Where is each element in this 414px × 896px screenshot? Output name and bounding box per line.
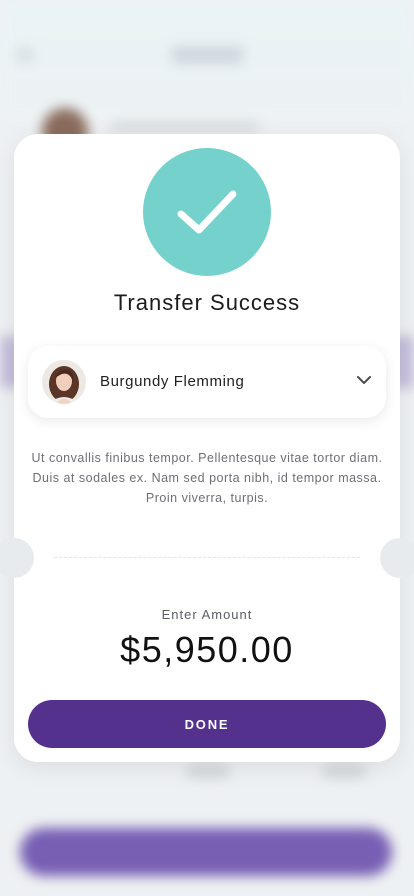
- amount-value: $5,950.00: [120, 629, 294, 670]
- recipient-selector[interactable]: Burgundy Flemming: [28, 346, 386, 418]
- ticket-notch-left: [0, 538, 34, 578]
- chevron-down-icon[interactable]: [356, 374, 372, 386]
- modal-title: Transfer Success: [113, 290, 301, 315]
- checkmark-icon: [177, 190, 237, 234]
- background-text: [110, 122, 260, 132]
- background-item: [322, 764, 366, 778]
- transfer-success-modal: Transfer Success Burgundy Flemming Ut co…: [0, 134, 414, 762]
- ticket-notch-right: [380, 538, 414, 578]
- description-text: Ut convallis finibus tempor. Pellentesqu…: [31, 451, 383, 505]
- background-button: [20, 828, 392, 876]
- background-back-button: [16, 48, 34, 62]
- done-button[interactable]: DONE: [28, 700, 386, 748]
- avatar: [42, 360, 86, 404]
- divider: [54, 557, 360, 558]
- amount-label: Enter Amount: [161, 607, 253, 622]
- recipient-name: Burgundy Flemming: [100, 373, 245, 390]
- success-badge: [143, 148, 271, 276]
- background-title: [170, 46, 245, 64]
- background-item: [186, 764, 230, 778]
